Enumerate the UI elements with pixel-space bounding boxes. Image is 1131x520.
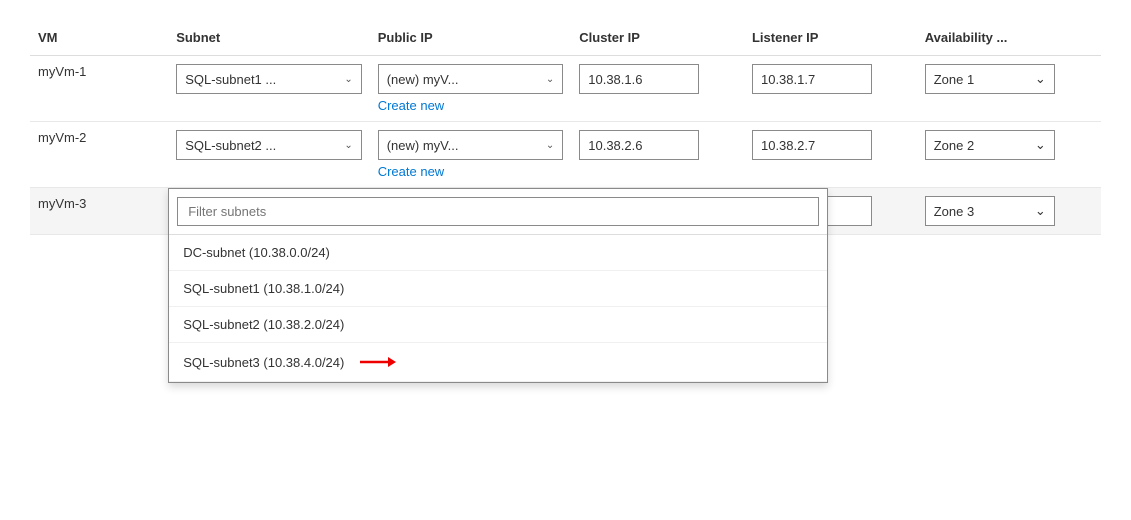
vm-name: myVm-2 xyxy=(38,120,86,145)
cluster-ip-cell-2 xyxy=(571,122,744,188)
col-public-ip: Public IP xyxy=(370,20,572,56)
subnet-value-2: SQL-subnet2 ... xyxy=(185,138,276,153)
listener-ip-cell-2 xyxy=(744,122,917,188)
table-header-row: VM Subnet Public IP Cluster IP Listener … xyxy=(30,20,1101,56)
public-ip-group-1: (new) myV... ⌄ Create new xyxy=(378,64,564,113)
vm-name-cell: myVm-3 xyxy=(30,188,168,235)
availability-cell-2: Zone 2 ⌄ xyxy=(917,122,1101,188)
availability-value-1: Zone 1 xyxy=(934,72,974,87)
col-cluster-ip: Cluster IP xyxy=(571,20,744,56)
cluster-ip-cell-1 xyxy=(571,56,744,122)
chevron-down-icon: ⌄ xyxy=(546,74,554,85)
listener-ip-cell-1 xyxy=(744,56,917,122)
subnet-dropdown-1[interactable]: SQL-subnet1 ... ⌄ xyxy=(176,64,362,94)
vm-name-cell: myVm-1 xyxy=(30,56,168,122)
filter-subnets-input[interactable] xyxy=(177,197,819,226)
table-row: myVm-1 SQL-subnet1 ... ⌄ (new) myV... xyxy=(30,56,1101,122)
table-row-active: myVm-3 ⌄ xyxy=(30,188,1101,235)
availability-dropdown-1[interactable]: Zone 1 ⌄ xyxy=(925,64,1055,94)
subnet-value-1: SQL-subnet1 ... xyxy=(185,72,276,87)
col-vm: VM xyxy=(30,20,168,56)
chevron-down-icon: ⌄ xyxy=(344,74,352,85)
subnet-option-1[interactable]: SQL-subnet1 (10.38.1.0/24) xyxy=(169,271,827,307)
public-ip-cell-2: (new) myV... ⌄ Create new xyxy=(370,122,572,188)
vm-config-table: VM Subnet Public IP Cluster IP Listener … xyxy=(30,20,1101,235)
public-ip-group-2: (new) myV... ⌄ Create new xyxy=(378,130,564,179)
col-listener-ip: Listener IP xyxy=(744,20,917,56)
public-ip-value-1: (new) myV... xyxy=(387,72,459,87)
listener-ip-input-2[interactable] xyxy=(752,130,872,160)
public-ip-value-2: (new) myV... xyxy=(387,138,459,153)
subnet-option-2[interactable]: SQL-subnet2 (10.38.2.0/24) xyxy=(169,307,827,343)
chevron-down-icon: ⌄ xyxy=(546,140,554,151)
filter-input-wrap xyxy=(169,189,827,235)
cluster-ip-input-2[interactable] xyxy=(579,130,699,160)
availability-dropdown-3[interactable]: Zone 3 ⌄ xyxy=(925,196,1055,226)
main-container: VM Subnet Public IP Cluster IP Listener … xyxy=(0,0,1131,255)
subnet-list: DC-subnet (10.38.0.0/24) SQL-subnet1 (10… xyxy=(169,235,827,382)
create-new-link-1[interactable]: Create new xyxy=(378,98,564,113)
chevron-down-icon: ⌄ xyxy=(1035,203,1046,219)
public-ip-dropdown-2[interactable]: (new) myV... ⌄ xyxy=(378,130,564,160)
subnet-cell-3: ⌄ DC-subnet (10.38.0.0/24) xyxy=(168,188,370,235)
col-subnet: Subnet xyxy=(168,20,370,56)
vm-name: myVm-1 xyxy=(38,54,86,79)
availability-value-3: Zone 3 xyxy=(934,204,974,219)
col-availability: Availability ... xyxy=(917,20,1101,56)
vm-name-cell: myVm-2 xyxy=(30,122,168,188)
vm-name: myVm-3 xyxy=(38,186,86,211)
cluster-ip-input-1[interactable] xyxy=(579,64,699,94)
availability-cell-3: Zone 3 ⌄ xyxy=(917,188,1101,235)
red-arrow-icon xyxy=(360,353,396,371)
subnet-dropdown-2[interactable]: SQL-subnet2 ... ⌄ xyxy=(176,130,362,160)
subnet-option-3[interactable]: SQL-subnet3 (10.38.4.0/24) xyxy=(169,343,827,382)
subnet-option-0[interactable]: DC-subnet (10.38.0.0/24) xyxy=(169,235,827,271)
public-ip-cell-1: (new) myV... ⌄ Create new xyxy=(370,56,572,122)
chevron-down-icon: ⌄ xyxy=(1035,71,1046,87)
availability-value-2: Zone 2 xyxy=(934,138,974,153)
chevron-down-icon: ⌄ xyxy=(1035,137,1046,153)
listener-ip-input-1[interactable] xyxy=(752,64,872,94)
chevron-down-icon: ⌄ xyxy=(344,140,352,151)
subnet-group-3: ⌄ DC-subnet (10.38.0.0/24) xyxy=(176,196,362,226)
table-row: myVm-2 SQL-subnet2 ... ⌄ (new) myV... xyxy=(30,122,1101,188)
availability-dropdown-2[interactable]: Zone 2 ⌄ xyxy=(925,130,1055,160)
availability-cell-1: Zone 1 ⌄ xyxy=(917,56,1101,122)
subnet-cell-1: SQL-subnet1 ... ⌄ xyxy=(168,56,370,122)
subnet-dropdown-panel: DC-subnet (10.38.0.0/24) SQL-subnet1 (10… xyxy=(168,188,828,383)
subnet-group-2: SQL-subnet2 ... ⌄ xyxy=(176,130,362,160)
public-ip-dropdown-1[interactable]: (new) myV... ⌄ xyxy=(378,64,564,94)
subnet-group-1: SQL-subnet1 ... ⌄ xyxy=(176,64,362,94)
subnet-cell-2: SQL-subnet2 ... ⌄ xyxy=(168,122,370,188)
create-new-link-2[interactable]: Create new xyxy=(378,164,564,179)
